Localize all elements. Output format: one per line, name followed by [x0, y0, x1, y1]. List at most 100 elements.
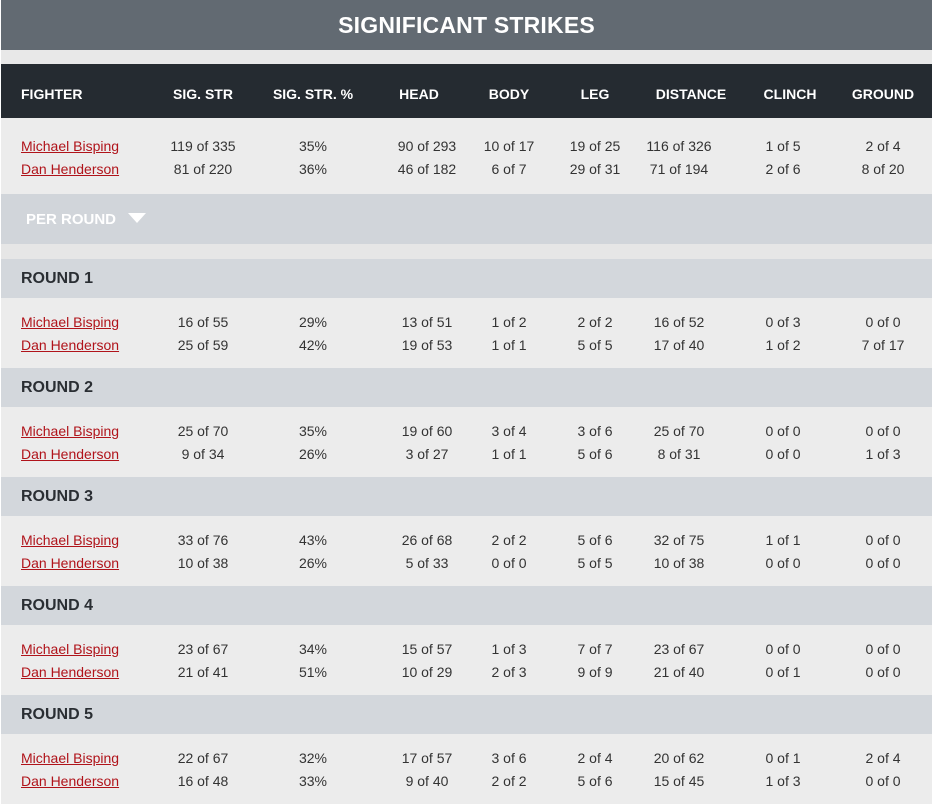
- table-row: Michael Bisping 22 of 67 32% 17 of 57 3 of 6…: [1, 747, 932, 770]
- cell-ground: 0 of 0: [865, 532, 901, 548]
- cell-distance: 32 of 75: [653, 532, 705, 548]
- cell-body: 1 of 3: [491, 641, 527, 657]
- cell-clinch: 0 of 0: [765, 446, 801, 462]
- cell-ground: 0 of 0: [865, 314, 901, 330]
- header-head: HEAD: [399, 86, 439, 102]
- header-clinch: CLINCH: [763, 86, 817, 102]
- fighter-link[interactable]: Dan Henderson: [21, 770, 119, 793]
- cell-distance: 116 of 326: [646, 138, 712, 154]
- fighter-link[interactable]: Michael Bisping: [21, 135, 119, 158]
- round-heading: ROUND 1: [1, 259, 932, 298]
- cell-clinch: 0 of 3: [765, 314, 801, 330]
- table-row: Dan Henderson 16 of 48 33% 9 of 40 2 of 25 o…: [1, 770, 932, 793]
- cell-distance: 20 of 62: [653, 750, 705, 766]
- fighter-link[interactable]: Dan Henderson: [21, 443, 119, 466]
- cell-clinch: 1 of 1: [765, 532, 801, 548]
- cell-body: 10 of 17: [483, 138, 535, 154]
- cell-ground: 0 of 0: [865, 555, 901, 571]
- cell-sig-str: 23 of 67: [177, 641, 229, 657]
- cell-clinch: 0 of 0: [765, 423, 801, 439]
- caret-down-icon: [128, 213, 147, 223]
- header-ground: GROUND: [851, 86, 915, 102]
- cell-clinch: 1 of 3: [765, 773, 801, 789]
- cell-sig-str-pct: 29%: [298, 314, 328, 330]
- cell-clinch: 1 of 5: [765, 138, 801, 154]
- page-title: SIGNIFICANT STRIKES: [1, 0, 932, 50]
- per-round-toggle[interactable]: PER ROUND: [1, 194, 932, 244]
- cell-ground: 0 of 0: [865, 641, 901, 657]
- per-round-label: PER ROUND: [26, 210, 117, 228]
- table-row: Michael Bisping 119 of 335 35% 90 of 293 10 …: [1, 135, 932, 158]
- round-heading: ROUND 2: [1, 368, 932, 407]
- fighter-link[interactable]: Michael Bisping: [21, 529, 119, 552]
- cell-distance: 23 of 67: [653, 641, 705, 657]
- fighter-link[interactable]: Dan Henderson: [21, 661, 119, 684]
- cell-body: 1 of 2: [491, 314, 527, 330]
- fighter-link[interactable]: Michael Bisping: [21, 311, 119, 334]
- cell-ground: 1 of 3: [865, 446, 901, 462]
- cell-distance: 15 of 45: [653, 773, 705, 789]
- cell-body: 1 of 1: [491, 337, 527, 353]
- header-body: BODY: [488, 86, 530, 102]
- fighter-link[interactable]: Michael Bisping: [21, 747, 119, 770]
- table-row: Dan Henderson 10 of 38 26% 5 of 33 0 of 05 o…: [1, 552, 932, 575]
- table-row: Michael Bisping 23 of 67 34% 15 of 57 1 of 3…: [1, 638, 932, 661]
- cell-ground: 2 of 4: [865, 138, 901, 154]
- cell-ground: 0 of 0: [865, 664, 901, 680]
- round-body: Michael Bisping 16 of 55 29% 13 of 51 1 of 2…: [1, 298, 932, 368]
- cell-body: 2 of 2: [491, 773, 527, 789]
- cell-sig-str: 25 of 59: [177, 337, 229, 353]
- cell-sig-str: 16 of 55: [177, 314, 229, 330]
- round-heading: ROUND 4: [1, 586, 932, 625]
- table-row: Michael Bisping 16 of 55 29% 13 of 51 1 of 2…: [1, 311, 932, 334]
- header-leg: LEG: [580, 86, 610, 102]
- table-row: Michael Bisping 33 of 76 43% 26 of 68 2 of 2…: [1, 529, 932, 552]
- fighter-link[interactable]: Dan Henderson: [21, 158, 119, 181]
- cell-sig-str: 10 of 38: [177, 555, 229, 571]
- cell-body: 6 of 7: [491, 161, 527, 177]
- cell-sig-str-pct: 26%: [298, 446, 328, 462]
- cell-body: 3 of 6: [491, 750, 527, 766]
- cell-clinch: 0 of 1: [765, 664, 801, 680]
- cell-ground: 7 of 17: [861, 337, 905, 353]
- cell-clinch: 0 of 0: [765, 555, 801, 571]
- cell-sig-str-pct: 34%: [298, 641, 328, 657]
- header-sig-str: SIG. STR: [173, 86, 233, 102]
- cell-body: 2 of 2: [491, 532, 527, 548]
- table-row: Dan Henderson 81 of 220 36% 46 of 182 6 of 7…: [1, 158, 932, 181]
- cell-distance: 16 of 52: [653, 314, 705, 330]
- cell-ground: 0 of 0: [865, 423, 901, 439]
- cell-clinch: 2 of 6: [765, 161, 801, 177]
- header-distance: DISTANCE: [655, 86, 727, 102]
- fighter-link[interactable]: Dan Henderson: [21, 552, 119, 575]
- cell-sig-str-pct: 33%: [298, 773, 328, 789]
- totals-section: Michael Bisping 119 of 335 35% 90 of 293 10 …: [1, 118, 932, 194]
- cell-distance: 8 of 31: [657, 446, 701, 462]
- cell-clinch: 0 of 1: [765, 750, 801, 766]
- header-sig-str-pct: SIG. STR. %: [272, 86, 354, 102]
- cell-sig-str-pct: 36%: [298, 161, 328, 177]
- cell-distance: 10 of 38: [653, 555, 705, 571]
- cell-body: 1 of 1: [491, 446, 527, 462]
- spacer: [1, 50, 932, 64]
- cell-distance: 25 of 70: [653, 423, 705, 439]
- cell-sig-str-pct: 43%: [298, 532, 328, 548]
- cell-sig-str: 81 of 220: [173, 161, 233, 177]
- fighter-link[interactable]: Michael Bisping: [21, 638, 119, 661]
- cell-sig-str: 25 of 70: [177, 423, 229, 439]
- cell-sig-str: 9 of 34: [181, 446, 225, 462]
- cell-body: 3 of 4: [491, 423, 527, 439]
- cell-sig-str: 16 of 48: [177, 773, 229, 789]
- cell-sig-str-pct: 42%: [298, 337, 328, 353]
- header-fighter: FIGHTER: [21, 86, 83, 102]
- cell-body: 0 of 0: [491, 555, 527, 571]
- round-body: Michael Bisping 25 of 70 35% 19 of 60 3 of 4…: [1, 407, 932, 477]
- cell-sig-str-pct: 51%: [298, 664, 328, 680]
- cell-distance: 71 of 194: [649, 161, 709, 177]
- cell-ground: 2 of 4: [865, 750, 901, 766]
- cell-sig-str-pct: 26%: [298, 555, 328, 571]
- cell-distance: 21 of 40: [653, 664, 705, 680]
- round-heading: ROUND 5: [1, 695, 932, 734]
- fighter-link[interactable]: Michael Bisping: [21, 420, 119, 443]
- fighter-link[interactable]: Dan Henderson: [21, 334, 119, 357]
